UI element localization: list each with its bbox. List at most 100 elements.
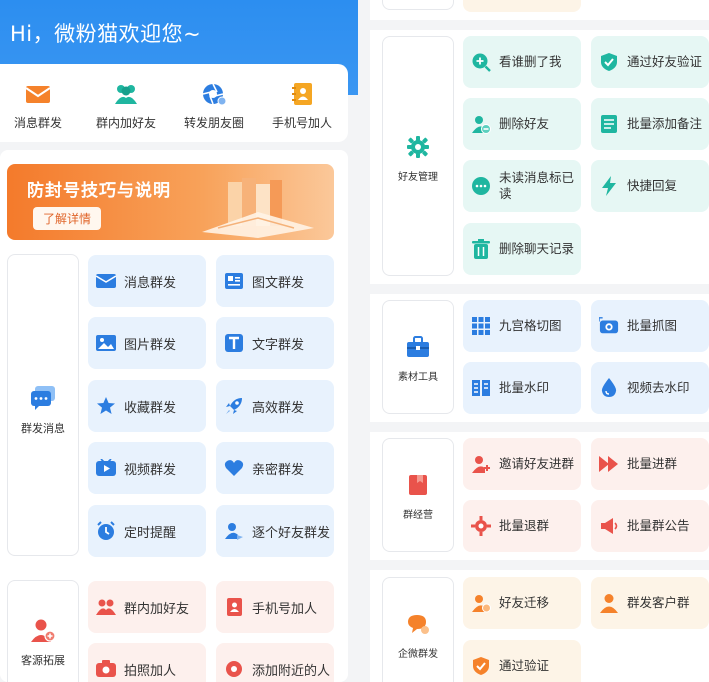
banner-learn-more-button[interactable]: 了解详情 — [33, 207, 102, 230]
tile-label: 群发客户群 — [627, 595, 690, 610]
tile-mark-unread-read[interactable]: 未读消息标已读 — [463, 160, 581, 212]
picture-icon — [96, 333, 116, 353]
tile-add-nearby[interactable]: 添加附近的人 — [216, 643, 334, 682]
tile-batch-group-announcement[interactable]: 批量群公告 — [591, 500, 709, 552]
tile-nine-grid-crop[interactable]: 九宫格切图 — [463, 300, 581, 352]
quick-action-mass-message[interactable]: 消息群发 — [0, 82, 82, 131]
user-minus-icon — [471, 114, 491, 134]
group-label-group-operations[interactable]: 群经营 — [382, 438, 454, 552]
tile-batch-leave-group[interactable]: 批量退群 — [463, 500, 581, 552]
tile-efficient-mass-send[interactable]: 高效群发 — [216, 380, 334, 432]
camera-icon — [96, 659, 116, 679]
tile-batch-add-notes[interactable]: 批量添加备注 — [591, 98, 709, 150]
tile-group-add-friend[interactable]: 群内加好友 — [88, 581, 206, 633]
quick-action-forward-moments[interactable]: 转发朋友圈 — [170, 82, 258, 131]
video-play-icon — [96, 458, 116, 478]
tile-scheduled-reminder[interactable]: 定时提醒 — [88, 505, 206, 557]
tile-label: 文字群发 — [252, 337, 305, 353]
quick-action-phone-add[interactable]: 手机号加人 — [258, 82, 346, 131]
tile-label: 批量群公告 — [627, 518, 690, 533]
tile-phone-add[interactable]: 手机号加人 — [216, 581, 334, 633]
group-label-wecom-mass-send[interactable]: 企微群发 — [382, 577, 454, 682]
tile-batch-grab-images[interactable]: 批量抓图 — [591, 300, 709, 352]
water-drop-icon — [599, 378, 619, 398]
tile-photo-add[interactable]: 拍照加人 — [88, 643, 206, 682]
tile-label: 视频群发 — [124, 462, 177, 478]
tile-one-by-one-mass-send[interactable]: 逐个好友群发 — [216, 505, 334, 557]
bookmark-book-icon — [409, 475, 427, 495]
tile-accept-friend-verify[interactable]: 通过好友验证 — [591, 36, 709, 88]
camera-frame-icon — [599, 316, 619, 336]
tile-previous[interactable] — [463, 0, 581, 12]
tile-label: 未读消息标已读 — [499, 170, 575, 201]
tile-mass-send-customer-groups[interactable]: 群发客户群 — [591, 577, 709, 629]
group-label-customer-expand[interactable]: 客源拓展 — [7, 580, 79, 682]
contact-card-icon — [224, 597, 244, 617]
tile-friend-migration[interactable]: 好友迁移 — [463, 577, 581, 629]
tile-label: 收藏群发 — [124, 400, 177, 416]
quick-action-group-add-friend[interactable]: 群内加好友 — [82, 82, 170, 131]
cog-icon — [471, 516, 491, 536]
tile-favorites-mass-send[interactable]: 收藏群发 — [88, 380, 206, 432]
tile-label: 图片群发 — [124, 337, 177, 353]
anti-ban-banner[interactable]: 防封号技巧与说明 了解详情 — [7, 164, 334, 240]
user-transfer-icon — [471, 593, 491, 613]
text-t-icon — [224, 333, 244, 353]
section-divider — [370, 422, 709, 432]
quick-action-label: 群内加好友 — [95, 116, 156, 130]
tile-text-mass-send[interactable]: 文字群发 — [216, 317, 334, 369]
tile-label: 定时提醒 — [124, 525, 177, 541]
tile-video-mass-send[interactable]: 视频群发 — [88, 442, 206, 494]
tile-label: 高效群发 — [252, 400, 305, 416]
tile-label: 删除聊天记录 — [499, 241, 575, 256]
tile-label: 亲密群发 — [252, 462, 305, 478]
section-divider — [370, 560, 709, 570]
quick-actions-card: 消息群发 群内加好友 转发朋友圈 手机号加人 — [0, 64, 348, 142]
banner-title: 防封号技巧与说明 — [27, 181, 171, 201]
tile-batch-watermark[interactable]: 批量水印 — [463, 362, 581, 414]
tile-label: 邀请好友进群 — [499, 456, 575, 471]
quick-action-label: 消息群发 — [13, 116, 62, 130]
greeting-title: Hi，微粉猫欢迎您~ — [10, 22, 202, 46]
tile-label: 消息群发 — [124, 275, 177, 291]
trash-icon — [471, 239, 491, 259]
tile-pass-verification[interactable]: 通过验证 — [463, 640, 581, 682]
tile-batch-join-group[interactable]: 批量进群 — [591, 438, 709, 490]
tile-intimate-mass-send[interactable]: 亲密群发 — [216, 442, 334, 494]
tile-who-deleted-me[interactable]: 看谁删了我 — [463, 36, 581, 88]
shield-check-icon — [599, 52, 619, 72]
tile-label: 图文群发 — [252, 275, 305, 291]
chat-dots-icon — [471, 176, 491, 196]
tile-label: 快捷回复 — [627, 178, 678, 193]
envelope-icon — [96, 271, 116, 291]
add-user-icon — [31, 619, 56, 642]
group-label-friend-management[interactable]: 好友管理 — [382, 36, 454, 276]
user-send-icon — [224, 521, 244, 541]
star-icon — [96, 396, 116, 416]
gear-icon — [407, 136, 429, 158]
group-label-material-tools[interactable]: 素材工具 — [382, 300, 454, 414]
tile-delete-friend[interactable]: 删除好友 — [463, 98, 581, 150]
shield-check-icon — [471, 656, 491, 676]
tile-invite-friends-to-group[interactable]: 邀请好友进群 — [463, 438, 581, 490]
person-icon — [599, 593, 619, 613]
tile-image-text-mass-send[interactable]: 图文群发 — [216, 255, 334, 307]
section-divider — [370, 20, 709, 30]
megaphone-icon — [599, 516, 619, 536]
tile-message-mass-send[interactable]: 消息群发 — [88, 255, 206, 307]
tile-delete-chat-history[interactable]: 删除聊天记录 — [463, 223, 581, 275]
tile-label: 批量添加备注 — [627, 116, 703, 131]
watermark-stamp-icon — [471, 378, 491, 398]
tile-video-remove-watermark[interactable]: 视频去水印 — [591, 362, 709, 414]
tile-picture-mass-send[interactable]: 图片群发 — [88, 317, 206, 369]
tile-label: 批量抓图 — [627, 318, 678, 333]
tile-label: 拍照加人 — [124, 663, 177, 679]
right-panel: 好友管理 看谁删了我 通过好友验证 删除好友 批量添加备注 未读消息标已读 快捷… — [370, 0, 709, 682]
tile-quick-reply[interactable]: 快捷回复 — [591, 160, 709, 212]
grid-icon — [471, 316, 491, 336]
group-label-mass-send[interactable]: 群发消息 — [7, 254, 79, 556]
search-plus-icon — [471, 52, 491, 72]
quick-action-label: 转发朋友圈 — [183, 116, 244, 130]
tile-label: 批量进群 — [627, 456, 678, 471]
group-label-text: 客源拓展 — [21, 654, 65, 667]
